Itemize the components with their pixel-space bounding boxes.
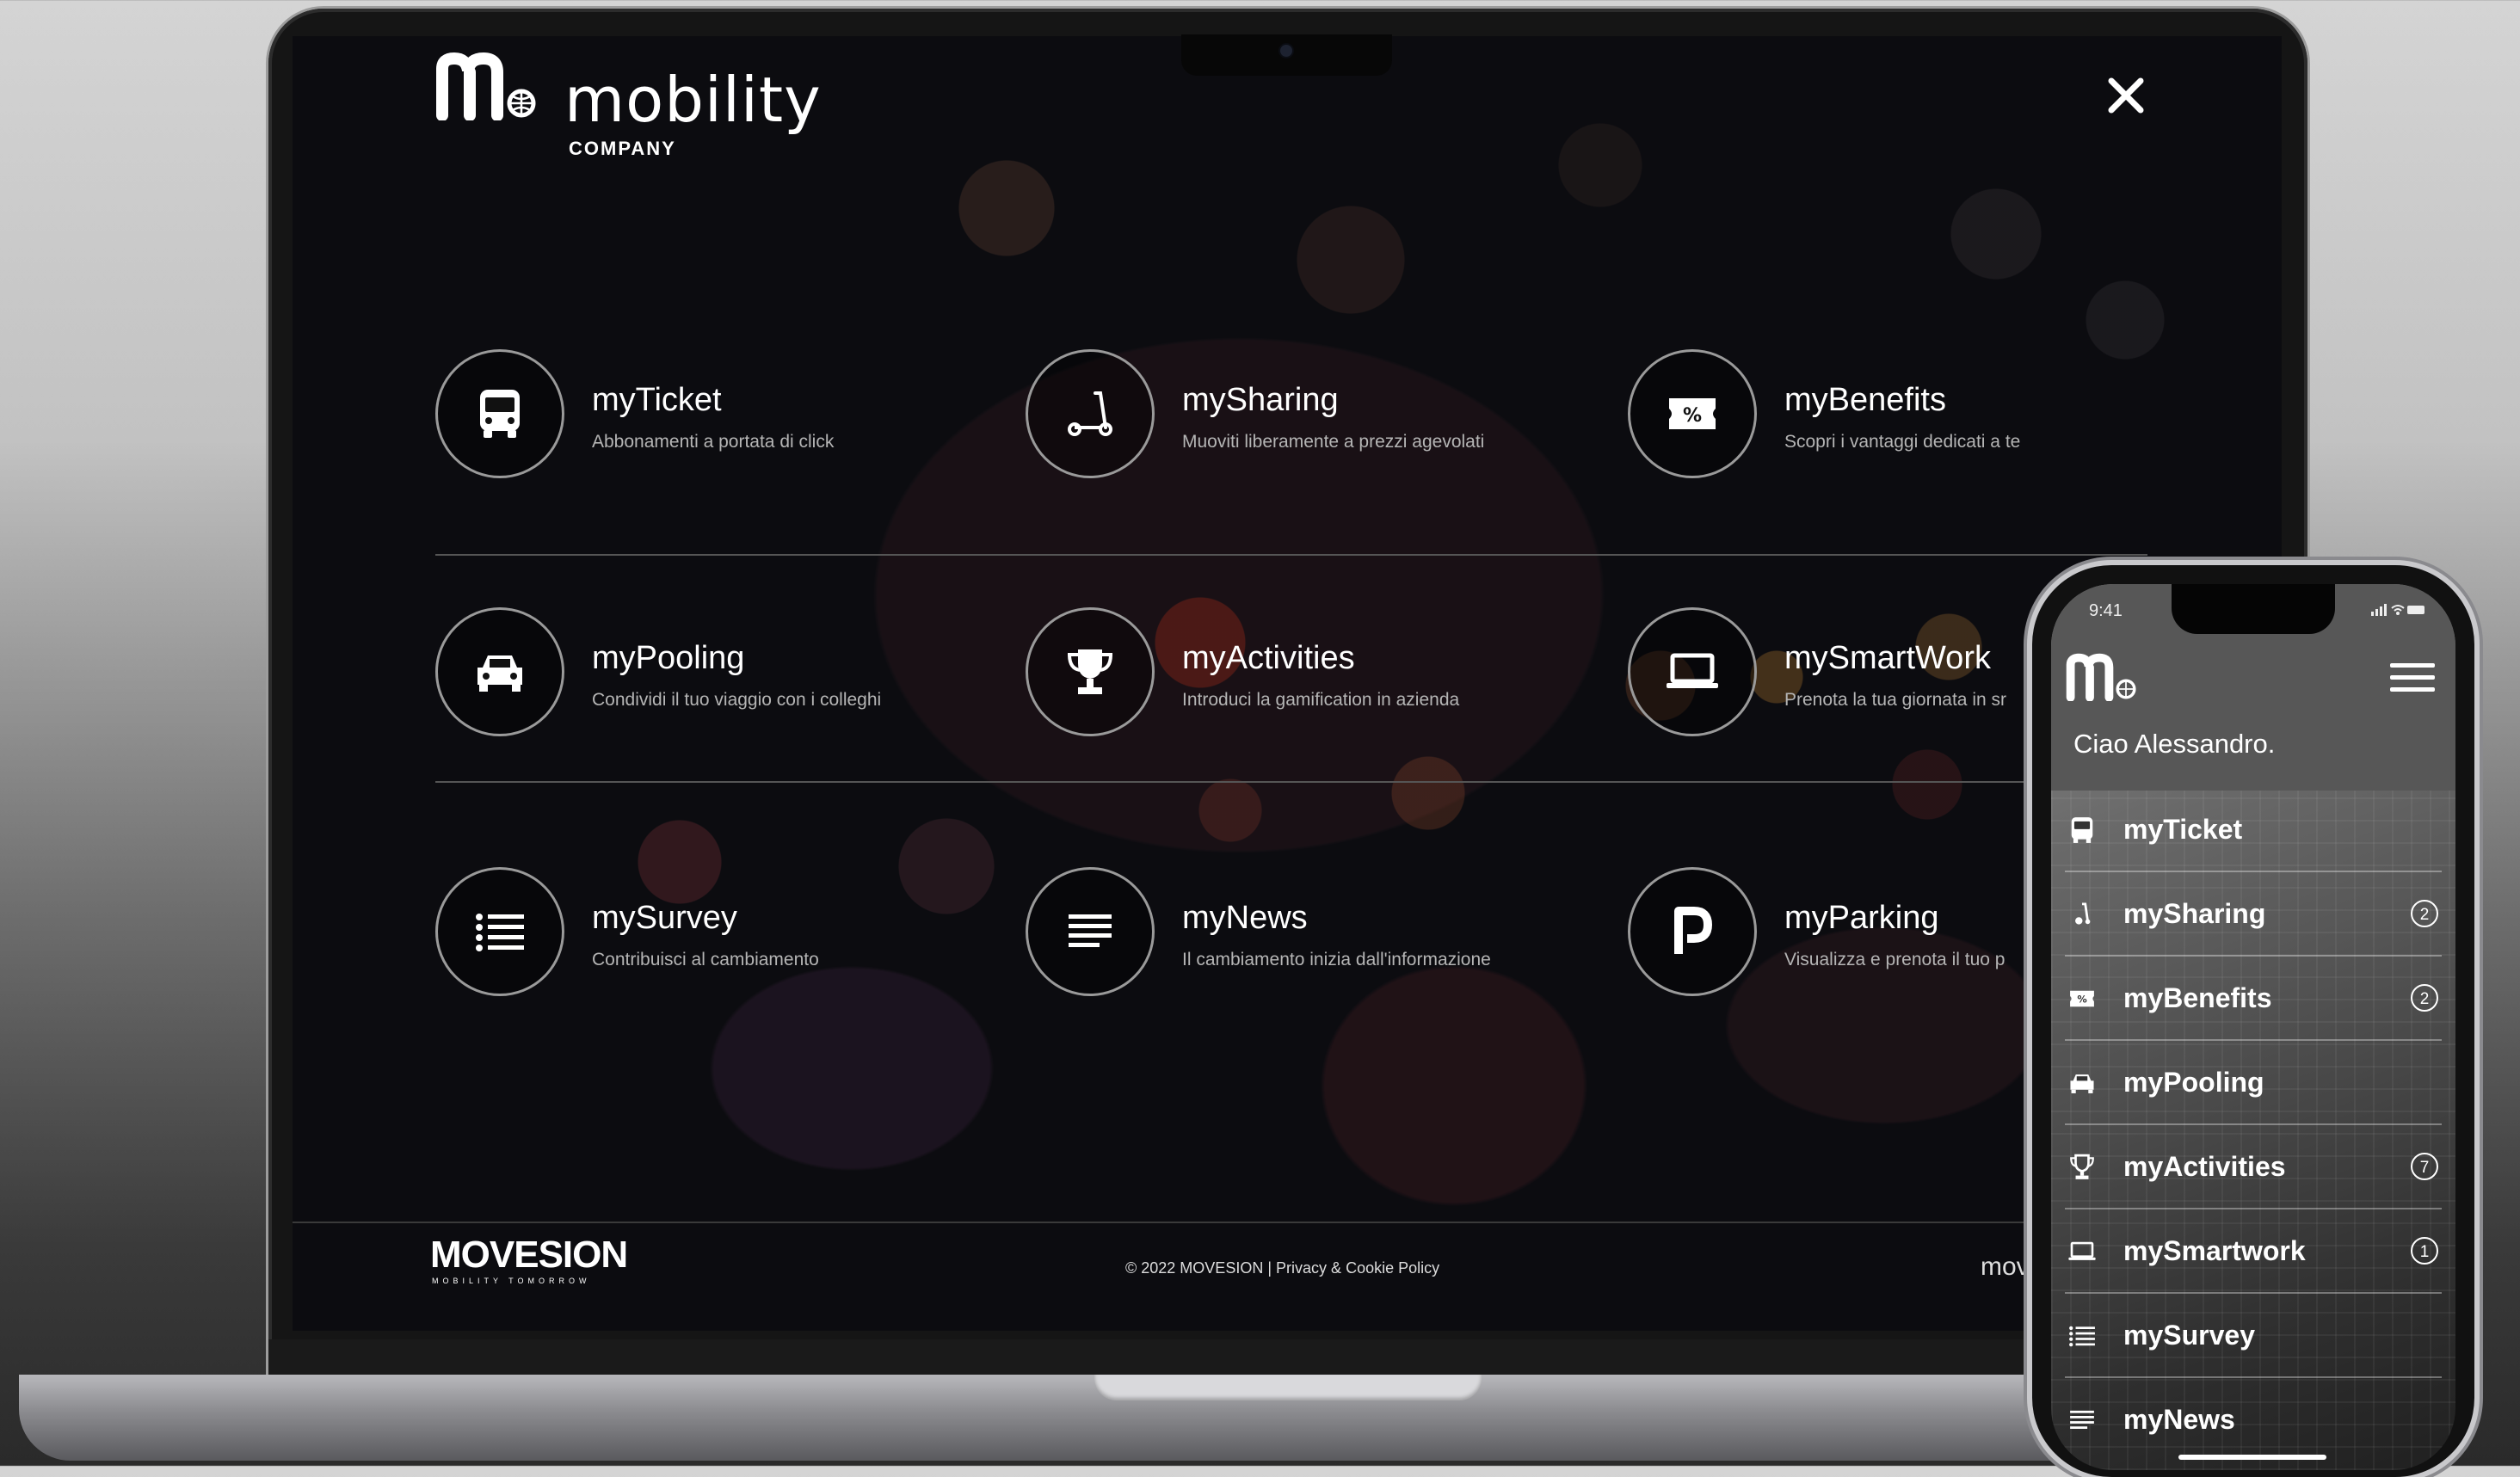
- phone-menu-label: myNews: [2123, 1404, 2235, 1435]
- discount-ticket-icon: %: [1628, 349, 1757, 478]
- laptop-icon: [2067, 1236, 2098, 1267]
- tile-mynews[interactable]: myNews Il cambiamento inizia dall'inform…: [1026, 867, 1611, 996]
- tile-title: myParking: [1784, 900, 1939, 936]
- tile-desc: Introduci la gamification in azienda: [1182, 690, 1460, 710]
- car-icon: [435, 607, 564, 736]
- scooter-icon: [2067, 899, 2098, 930]
- tile-desc: Prenota la tua giornata in sr: [1784, 690, 2006, 710]
- text-lines-icon: [2067, 1405, 2098, 1436]
- footer-right-text: mov: [1981, 1252, 2030, 1281]
- tile-mysharing[interactable]: mySharing Muoviti liberamente a prezzi a…: [1026, 349, 1611, 478]
- camera-icon: [1280, 45, 1292, 57]
- status-time: 9:41: [2089, 601, 2123, 620]
- tile-desc: Visualizza e prenota il tuo p: [1784, 950, 2006, 969]
- bus-icon: [435, 349, 564, 478]
- tile-title: myPooling: [592, 640, 745, 676]
- svg-text:%: %: [1683, 405, 1702, 427]
- hamburger-menu-icon[interactable]: [2390, 663, 2435, 698]
- notification-badge: 2: [2411, 900, 2438, 927]
- trophy-icon: [2067, 1152, 2098, 1183]
- phone-menu-label: mySharing: [2123, 898, 2266, 929]
- phone-menu-label: mySmartwork: [2123, 1235, 2306, 1266]
- phone-menu-item-myticket[interactable]: myTicket: [2051, 788, 2455, 872]
- greeting: Ciao Alessandro.: [2073, 729, 2276, 759]
- divider: [435, 554, 2147, 556]
- tile-title: myTicket: [592, 382, 722, 418]
- privacy-policy-link[interactable]: Privacy & Cookie Policy: [1276, 1259, 1439, 1277]
- tile-desc: Muoviti liberamente a prezzi agevolati: [1182, 432, 1485, 452]
- mobility-logo-mark-icon: [436, 52, 536, 120]
- laptop-notch: [1181, 34, 1392, 76]
- notification-badge: 1: [2411, 1237, 2438, 1265]
- laptop-opening-notch: [1094, 1375, 1482, 1400]
- close-icon[interactable]: [2104, 74, 2147, 117]
- tile-desc: Contribuisci al cambiamento: [592, 950, 819, 969]
- copyright-text: © 2022 MOVESION: [1125, 1259, 1264, 1277]
- tile-desc: Abbonamenti a portata di click: [592, 432, 835, 452]
- brand-wordmark: mobility: [564, 64, 822, 136]
- dynamic-island: [2172, 584, 2335, 634]
- status-icons: [2371, 603, 2426, 619]
- tile-title: mySharing: [1182, 382, 1339, 418]
- tile-desc: Scopri i vantaggi dedicati a te: [1784, 432, 2021, 452]
- footer-separator: |: [1267, 1259, 1272, 1277]
- brand-subtitle: COMPANY: [569, 138, 676, 159]
- list-icon: [2067, 1320, 2098, 1351]
- tile-myticket[interactable]: myTicket Abbonamenti a portata di click: [435, 349, 1020, 478]
- phone-menu-label: myBenefits: [2123, 982, 2272, 1013]
- laptop-base: [19, 1375, 2385, 1461]
- trophy-icon: [1026, 607, 1155, 736]
- phone-menu-label: myActivities: [2123, 1151, 2286, 1182]
- tile-mypooling[interactable]: myPooling Condividi il tuo viaggio con i…: [435, 607, 1020, 736]
- home-indicator[interactable]: [2178, 1455, 2326, 1460]
- tile-title: mySmartWork: [1784, 640, 1991, 676]
- divider: [435, 781, 2147, 783]
- tile-title: myNews: [1182, 900, 1308, 936]
- phone-menu-item-mybenefits[interactable]: % myBenefits 2: [2051, 957, 2455, 1041]
- svg-text:%: %: [2077, 994, 2086, 1006]
- scooter-icon: [1026, 349, 1155, 478]
- phone-menu-item-mysurvey[interactable]: mySurvey: [2051, 1294, 2455, 1378]
- phone-menu-item-mysmartwork[interactable]: mySmartwork 1: [2051, 1209, 2455, 1294]
- signal-wifi-battery-icon: [2371, 604, 2424, 616]
- phone-screen: 9:41 Ciao Alessandro. myTicket mySharing…: [2051, 584, 2455, 1470]
- phone-menu-label: myPooling: [2123, 1067, 2264, 1098]
- car-icon: [2067, 1068, 2098, 1099]
- phone-menu-label: myTicket: [2123, 814, 2243, 845]
- phone-menu-label: mySurvey: [2123, 1320, 2255, 1351]
- discount-ticket-icon: %: [2067, 983, 2098, 1014]
- brand-logo[interactable]: mobility COMPANY: [435, 52, 821, 181]
- laptop-screen: mobility COMPANY myTicket Abbonamenti a …: [293, 36, 2282, 1331]
- phone-menu-item-mysharing[interactable]: mySharing 2: [2051, 872, 2455, 957]
- tile-desc: Il cambiamento inizia dall'informazione: [1182, 950, 1491, 969]
- laptop-icon: [1628, 607, 1757, 736]
- text-lines-icon: [1026, 867, 1155, 996]
- tile-title: mySurvey: [592, 900, 737, 936]
- phone-frame: 9:41 Ciao Alessandro. myTicket mySharing…: [2032, 565, 2474, 1477]
- tile-title: myActivities: [1182, 640, 1355, 676]
- notification-badge: 7: [2411, 1153, 2438, 1180]
- tile-title: myBenefits: [1784, 382, 1946, 418]
- movesion-logo[interactable]: MOVESION MOBILITY TOMORROW: [430, 1234, 628, 1285]
- bus-icon: [2067, 815, 2098, 846]
- parking-icon: [1628, 867, 1757, 996]
- tile-myactivities[interactable]: myActivities Introduci la gamification i…: [1026, 607, 1611, 736]
- list-icon: [435, 867, 564, 996]
- tile-mysurvey[interactable]: mySurvey Contribuisci al cambiamento: [435, 867, 1020, 996]
- notification-badge: 2: [2411, 984, 2438, 1012]
- phone-menu-item-mypooling[interactable]: myPooling: [2051, 1041, 2455, 1125]
- phone-menu-item-myactivities[interactable]: myActivities 7: [2051, 1125, 2455, 1209]
- footer-copyright: © 2022 MOVESION | Privacy & Cookie Polic…: [1125, 1259, 1439, 1277]
- phone-menu-item-mynews[interactable]: myNews: [2051, 1378, 2455, 1462]
- mobility-logo-mark-icon[interactable]: [2065, 653, 2151, 701]
- footer-divider: [293, 1222, 2282, 1223]
- tile-mybenefits[interactable]: % myBenefits Scopri i vantaggi dedicati …: [1628, 349, 2213, 478]
- tile-desc: Condividi il tuo viaggio con i colleghi: [592, 690, 882, 710]
